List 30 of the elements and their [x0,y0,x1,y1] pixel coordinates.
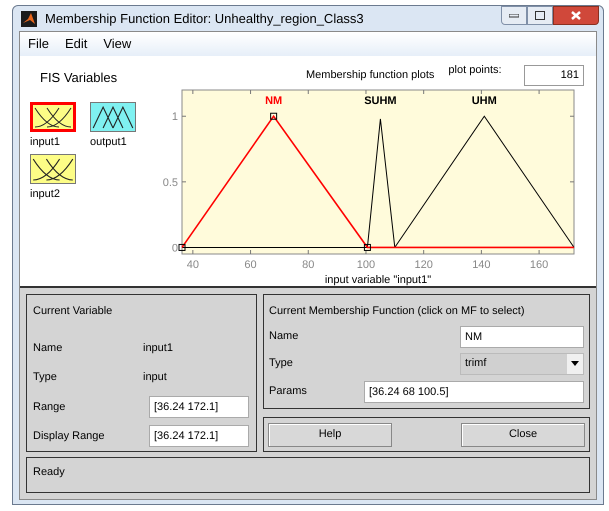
field-label: Params [269,384,307,400]
x-axis-label: input variable "input1" [324,274,432,286]
panel-title: Current Membership Function (click on MF to select) [269,304,526,319]
variable-label: input2 [30,187,60,202]
x-tick-label: 100 [356,259,376,271]
variable-label: output1 [90,134,127,150]
field-value: input1 [143,340,173,356]
field-label: Display Range [33,429,106,444]
y-tick-label: 0.5 [162,176,178,189]
variable-label: input1 [30,134,60,150]
panel-title: FIS Variables [39,69,118,87]
y-tick-label: 1 [172,111,178,124]
field-label: Type [269,356,293,372]
x-tick-label: 60 [244,259,257,271]
y-tick-label: 0 [172,242,178,254]
x-tick-label: 160 [530,259,548,271]
plot-title: Membership function plots [306,68,434,82]
x-tick-label: 40 [186,259,199,271]
window-title: Membership Function Editor: Unhealthy_region_Class3 [45,10,365,28]
panel-title: Current Variable [33,304,114,319]
field-value: input [143,370,167,386]
field-label: Name [33,340,64,356]
field-label: Type [33,370,58,386]
status-text: Ready [33,466,65,478]
field-label: Name [269,329,298,344]
field-label: Range [33,400,66,415]
x-tick-label: 120 [414,259,433,271]
x-tick-label: 140 [472,259,491,271]
plot-points-label: plot points: [448,62,502,78]
x-tick-label: 80 [302,259,314,271]
